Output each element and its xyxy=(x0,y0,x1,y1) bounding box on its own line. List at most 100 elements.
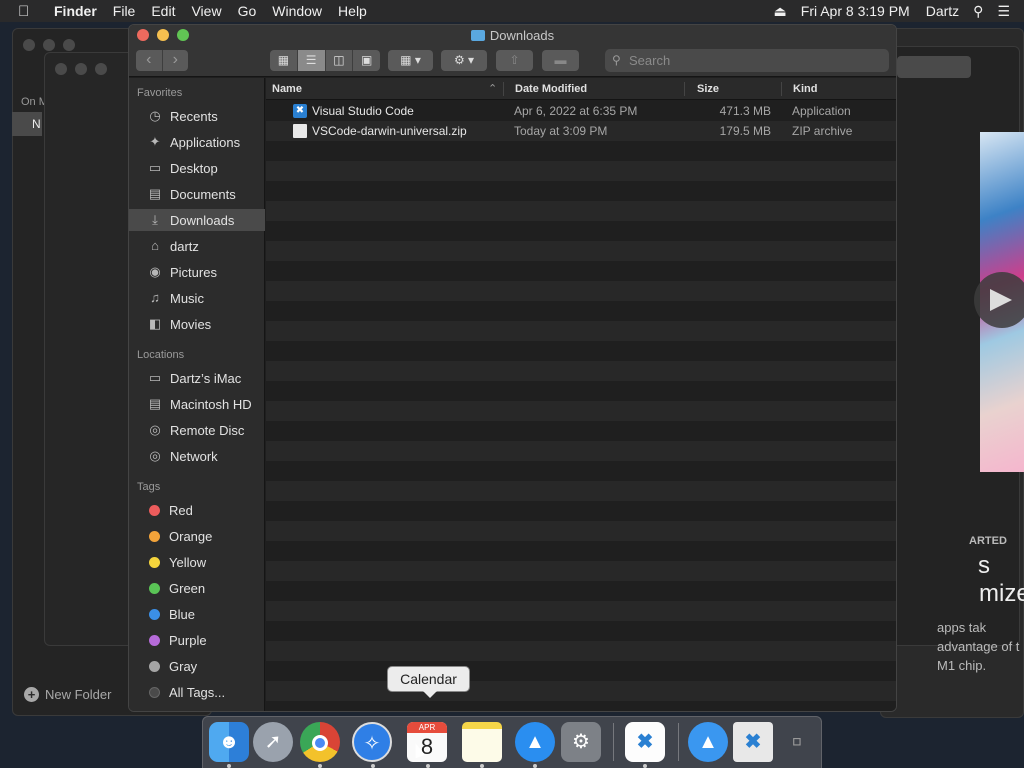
sidebar-item-movies[interactable]: ◧ Movies xyxy=(129,313,265,335)
sidebar-item-label: Red xyxy=(169,502,193,518)
search-input[interactable]: ⚲ Search xyxy=(605,49,889,72)
calendar-month: APR xyxy=(407,722,447,733)
home-icon: ⌂ xyxy=(151,238,159,253)
tag-button[interactable]: ▬ xyxy=(542,50,579,71)
tag-dot-icon xyxy=(149,686,160,698)
file-name: VSCode-darwin-universal.zip xyxy=(312,124,467,138)
tag-icon: ▬ xyxy=(554,53,567,67)
plus-icon: + xyxy=(24,687,39,702)
launchpad-icon[interactable]: ➚ xyxy=(253,722,293,762)
icon-view-icon[interactable]: ▦ xyxy=(270,50,297,71)
group-by-button[interactable]: ▦ ▾ xyxy=(388,50,433,71)
menu-view[interactable]: View xyxy=(191,3,221,19)
sidebar-item-label: Network xyxy=(170,448,218,464)
dock-tooltip: Calendar xyxy=(387,666,470,698)
menu-user[interactable]: Dartz xyxy=(926,3,959,19)
background-selected-item[interactable]: N xyxy=(12,112,42,136)
column-header-date[interactable]: Date Modified xyxy=(515,83,587,95)
eject-icon[interactable]: ⏏ xyxy=(774,3,787,20)
clock-icon: ◷ xyxy=(149,108,161,123)
sidebar-item-network[interactable]: ◎ Network xyxy=(129,445,265,467)
vscode-downloads-icon[interactable]: ✖ xyxy=(733,722,773,762)
zip-file-icon xyxy=(293,124,307,138)
column-view-icon[interactable]: ◫ xyxy=(324,50,353,71)
promo-heading: ARTED xyxy=(969,535,1007,547)
sidebar-item-desktop[interactable]: ▭ Desktop xyxy=(129,157,265,179)
sidebar-item-label: All Tags... xyxy=(169,684,226,700)
action-button[interactable]: ⚙ ▾ xyxy=(441,50,487,71)
sidebar-item-downloads[interactable]: ⤓ Downloads xyxy=(129,209,265,231)
share-button[interactable]: ⇧ xyxy=(496,50,533,71)
search-icon: ⚲ xyxy=(612,53,621,67)
menu-go[interactable]: Go xyxy=(238,3,257,19)
sidebar-all-tags[interactable]: All Tags... xyxy=(129,681,265,703)
forward-button[interactable]: › xyxy=(161,50,189,71)
sidebar-item-home[interactable]: ⌂ dartz xyxy=(129,235,265,257)
tag-dot-icon xyxy=(149,608,160,620)
group-by-icon: ▦ ▾ xyxy=(400,53,421,67)
tag-dot-icon xyxy=(149,504,160,516)
sidebar-item-music[interactable]: ♫ Music xyxy=(129,287,265,309)
file-row[interactable]: VSCode-darwin-universal.zip Today at 3:0… xyxy=(266,121,896,141)
window-title: Downloads xyxy=(129,28,896,43)
sidebar-tag-yellow[interactable]: Yellow xyxy=(129,551,265,573)
sidebar-tag-purple[interactable]: Purple xyxy=(129,629,265,651)
calendar-icon[interactable]: APR 8 xyxy=(407,722,447,762)
app-store-downloads-icon[interactable]: ▲ xyxy=(688,722,728,762)
menu-window[interactable]: Window xyxy=(272,3,322,19)
sidebar-item-remote-disc[interactable]: ◎ Remote Disc xyxy=(129,419,265,441)
finder-icon[interactable]: ☻ xyxy=(209,722,249,762)
menu-file[interactable]: File xyxy=(113,3,136,19)
sidebar-item-applications[interactable]: ✦ Applications xyxy=(129,131,265,153)
tag-dot-icon xyxy=(149,556,160,568)
column-header-size[interactable]: Size xyxy=(697,83,719,95)
app-store-icon[interactable]: ▲ xyxy=(515,722,555,762)
view-mode-buttons: ▦ ☰ ◫ ▣ xyxy=(270,50,380,71)
background-window-controls-2 xyxy=(55,63,107,75)
play-icon[interactable] xyxy=(974,272,1024,328)
system-preferences-icon[interactable]: ⚙ xyxy=(561,722,601,762)
sidebar-item-pictures[interactable]: ◉ Pictures xyxy=(129,261,265,283)
menu-edit[interactable]: Edit xyxy=(151,3,175,19)
dock: ☻ ➚ ✧ APR 8 ▲ ⚙ ✖ ▲ ✖ ▫ xyxy=(202,716,822,768)
sidebar-item-macintosh-hd[interactable]: ▤ Macintosh HD xyxy=(129,393,265,415)
promo-text: apps tak advantage of t M1 chip. xyxy=(937,620,1020,673)
sidebar-item-documents[interactable]: ▤ Documents xyxy=(129,183,265,205)
tag-dot-icon xyxy=(149,530,160,542)
safari-icon[interactable]: ✧ xyxy=(352,722,392,762)
finder-titlebar: Downloads ‹ › ▦ ☰ ◫ ▣ ▦ ▾ ⚙ ▾ ⇧ ▬ ⚲ Sear… xyxy=(129,25,896,77)
sidebar-tag-blue[interactable]: Blue xyxy=(129,603,265,625)
new-folder-label: New Folder xyxy=(45,687,112,702)
apple-logo-icon[interactable]:  xyxy=(18,3,38,20)
file-kind: ZIP archive xyxy=(792,124,853,138)
column-header-name[interactable]: Name xyxy=(272,83,302,95)
sidebar-tag-gray[interactable]: Gray xyxy=(129,655,265,677)
file-row[interactable]: ✖ Visual Studio Code Apr 6, 2022 at 6:35… xyxy=(266,101,896,121)
menu-datetime[interactable]: Fri Apr 8 3:19 PM xyxy=(801,3,910,19)
applications-icon: ✦ xyxy=(149,134,161,149)
camera-icon: ◉ xyxy=(149,264,161,279)
sidebar-tag-red[interactable]: Red xyxy=(129,499,265,521)
list-view-icon[interactable]: ☰ xyxy=(296,50,325,71)
back-button[interactable]: ‹ xyxy=(136,50,162,71)
sidebar-item-imac[interactable]: ▭ Dartz’s iMac xyxy=(129,367,265,389)
control-center-icon[interactable]: ☰ xyxy=(997,3,1010,20)
sidebar-item-label: Yellow xyxy=(169,554,207,570)
menu-app-name[interactable]: Finder xyxy=(54,3,97,19)
notes-icon[interactable] xyxy=(462,722,502,762)
chrome-icon[interactable] xyxy=(300,722,340,762)
imac-icon: ▭ xyxy=(148,370,162,385)
trash-icon[interactable]: ▫ xyxy=(777,722,817,762)
finder-window: Downloads ‹ › ▦ ☰ ◫ ▣ ▦ ▾ ⚙ ▾ ⇧ ▬ ⚲ Sear… xyxy=(128,24,897,712)
menu-help[interactable]: Help xyxy=(338,3,367,19)
new-folder-button[interactable]: + New Folder xyxy=(24,687,111,702)
sidebar-tag-orange[interactable]: Orange xyxy=(129,525,265,547)
vscode-icon[interactable]: ✖ xyxy=(625,722,665,762)
sidebar-item-label: dartz xyxy=(170,238,199,254)
column-header-kind[interactable]: Kind xyxy=(793,83,817,95)
file-size: 471.3 MB xyxy=(719,104,771,118)
sidebar-item-recents[interactable]: ◷ Recents xyxy=(129,105,265,127)
gallery-view-icon[interactable]: ▣ xyxy=(352,50,380,71)
spotlight-search-icon[interactable]: ⚲ xyxy=(973,3,983,20)
sidebar-tag-green[interactable]: Green xyxy=(129,577,265,599)
